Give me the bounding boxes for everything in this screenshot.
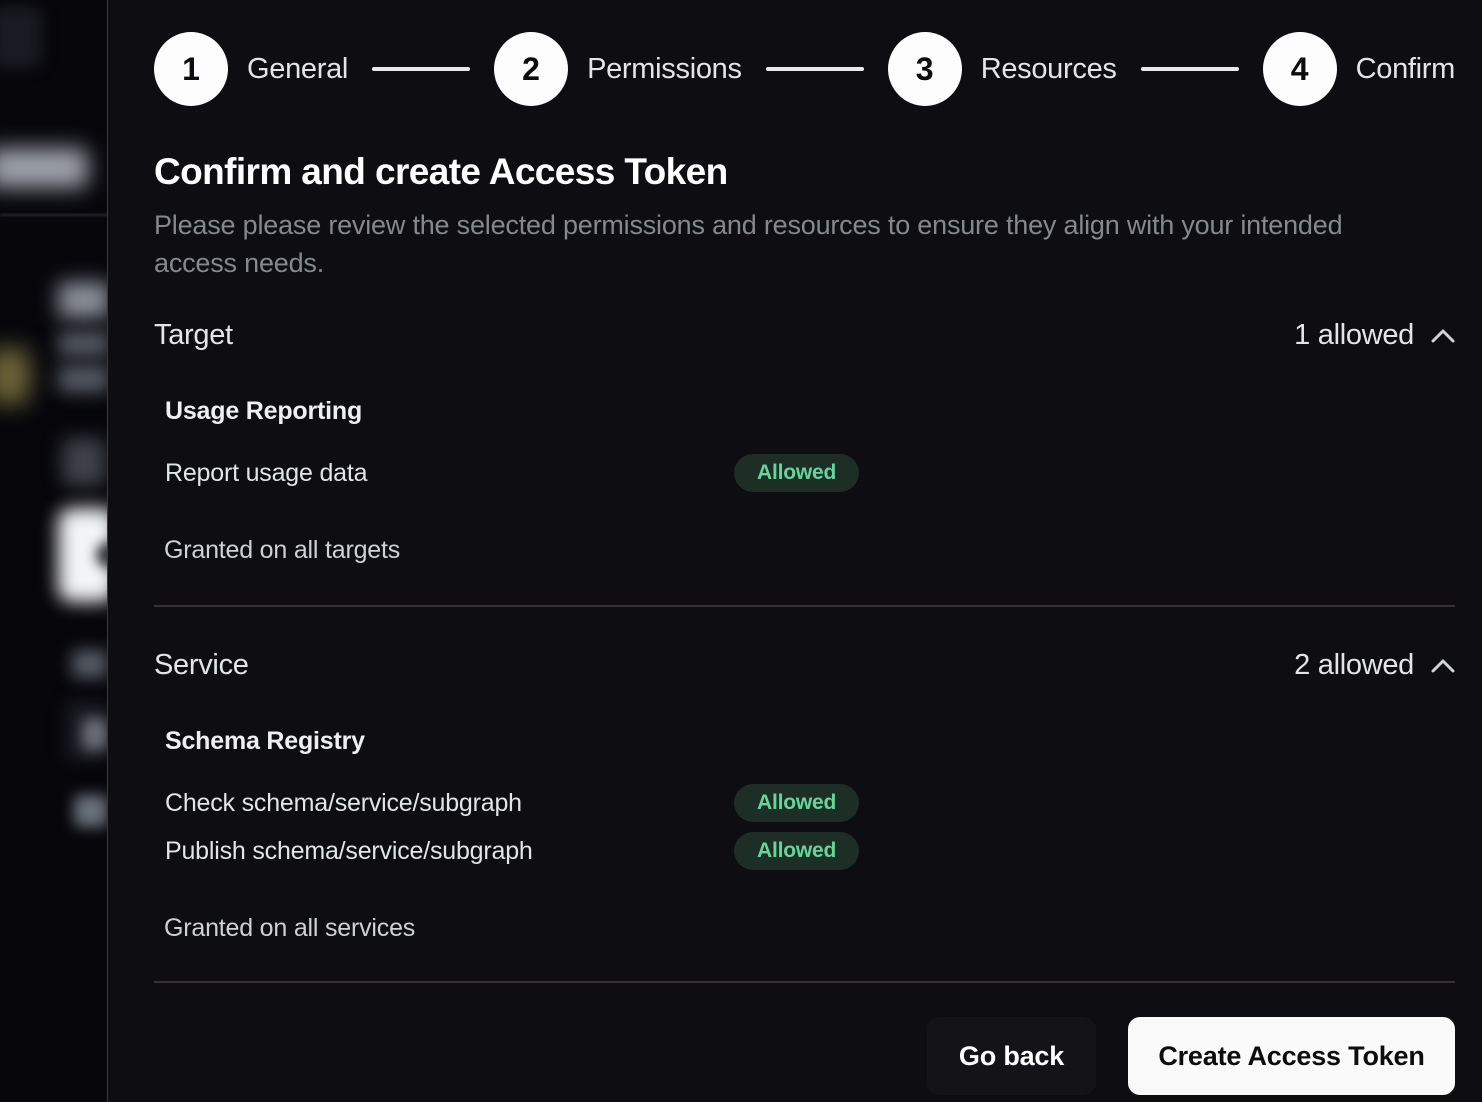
section-collapse-toggle[interactable]: 2 allowed <box>1294 649 1455 682</box>
step-label: Resources <box>981 53 1117 86</box>
backdrop-card-blur <box>62 438 106 486</box>
section-divider <box>154 605 1455 607</box>
group-title: Schema Registry <box>165 727 1455 756</box>
create-access-token-modal: 1 General 2 Permissions 3 Resources 4 Co… <box>107 0 1482 1102</box>
group-title: Usage Reporting <box>165 397 1455 426</box>
wizard-stepper: 1 General 2 Permissions 3 Resources 4 Co… <box>154 31 1455 107</box>
step-number-circle[interactable]: 4 <box>1263 32 1337 106</box>
page-title: Confirm and create Access Token <box>154 151 1455 193</box>
section-name: Target <box>154 319 233 352</box>
chevron-up-icon <box>1431 658 1455 674</box>
permission-row: Check schema/service/subgraph Allowed <box>165 783 1455 823</box>
backdrop-text-blur <box>82 718 108 750</box>
step-label: General <box>247 53 348 86</box>
backdrop-nav-item-blur <box>0 148 88 188</box>
section-count: 1 allowed <box>1294 319 1414 352</box>
step-number-circle[interactable]: 2 <box>494 32 568 106</box>
step-permissions[interactable]: 2 Permissions <box>494 32 742 106</box>
page-subtitle: Please please review the selected permis… <box>154 206 1382 282</box>
section-collapse-toggle[interactable]: 1 allowed <box>1294 319 1455 352</box>
footer-divider <box>154 981 1455 983</box>
section-count: 2 allowed <box>1294 649 1414 682</box>
go-back-button[interactable]: Go back <box>927 1017 1096 1095</box>
section-header-target: Target 1 allowed <box>154 319 1455 352</box>
permission-row: Publish schema/service/subgraph Allowed <box>165 831 1455 871</box>
section-footnote: Granted on all services <box>164 914 1455 943</box>
backdrop-text-blur <box>72 650 108 678</box>
backdrop-blurred-page <box>0 0 108 1102</box>
permission-group-schema-registry: Schema Registry Check schema/service/sub… <box>165 727 1455 871</box>
status-badge: Allowed <box>734 784 859 822</box>
status-badge: Allowed <box>734 832 859 870</box>
step-number-circle[interactable]: 3 <box>888 32 962 106</box>
step-resources[interactable]: 3 Resources <box>888 32 1117 106</box>
permission-label: Check schema/service/subgraph <box>165 789 734 818</box>
backdrop-divider <box>0 214 108 216</box>
step-label: Confirm <box>1356 53 1455 86</box>
backdrop-accent-blur <box>0 348 30 404</box>
permission-label: Publish schema/service/subgraph <box>165 837 734 866</box>
create-access-token-button[interactable]: Create Access Token <box>1128 1017 1455 1095</box>
permission-group-usage-reporting: Usage Reporting Report usage data Allowe… <box>165 397 1455 493</box>
permission-label: Report usage data <box>165 459 734 488</box>
permission-row: Report usage data Allowed <box>165 453 1455 493</box>
step-connector <box>1141 67 1239 71</box>
section-header-service: Service 2 allowed <box>154 649 1455 682</box>
backdrop-heading-blur <box>58 282 108 318</box>
chevron-up-icon <box>1431 328 1455 344</box>
modal-footer: Go back Create Access Token <box>154 1017 1455 1095</box>
status-badge: Allowed <box>734 454 859 492</box>
step-number-circle[interactable]: 1 <box>154 32 228 106</box>
section-name: Service <box>154 649 249 682</box>
step-general[interactable]: 1 General <box>154 32 348 106</box>
backdrop-text-blur <box>58 366 108 392</box>
section-footnote: Granted on all targets <box>164 536 1455 565</box>
backdrop-text-blur <box>74 795 108 827</box>
step-label: Permissions <box>587 53 742 86</box>
step-confirm[interactable]: 4 Confirm <box>1263 32 1455 106</box>
step-connector <box>766 67 864 71</box>
backdrop-logo-tile <box>0 6 42 68</box>
step-connector <box>372 67 470 71</box>
backdrop-text-blur <box>58 332 108 356</box>
